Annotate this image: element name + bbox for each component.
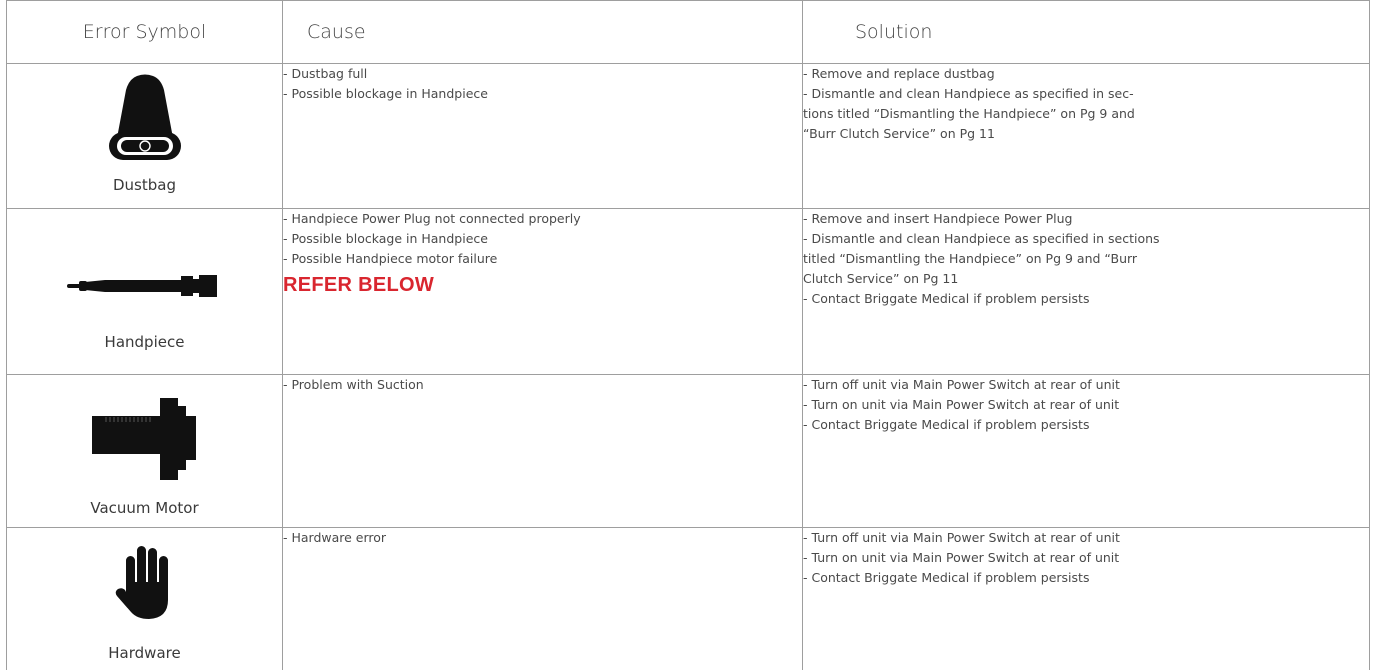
dustbag-icon [108, 74, 181, 160]
cause-cell: - Dustbag full - Possible blockage in Ha… [282, 63, 803, 209]
header-cause: Cause [282, 0, 803, 64]
error-table: Error Symbol Cause Solution Dustbag - Du… [6, 0, 1370, 670]
solution-line: - Contact Briggate Medical if problem pe… [803, 570, 1090, 585]
cause-line: - Handpiece Power Plug not connected pro… [283, 211, 581, 226]
table-row: Dustbag - Dustbag full - Possible blocka… [6, 63, 1370, 209]
solution-line: - Contact Briggate Medical if problem pe… [803, 291, 1090, 306]
solution-line: - Turn off unit via Main Power Switch at… [803, 530, 1120, 545]
symbol-label: Handpiece [104, 333, 185, 351]
header-solution: Solution [802, 0, 1370, 64]
solution-line: - Dismantle and clean Handpiece as speci… [803, 231, 1160, 246]
cause-line: - Hardware error [283, 530, 387, 545]
symbol-cell: Hardware [6, 527, 283, 670]
solution-line: - Turn on unit via Main Power Switch at … [803, 397, 1120, 412]
solution-line: “Burr Clutch Service” on Pg 11 [803, 126, 995, 141]
table-header-row: Error Symbol Cause Solution [6, 0, 1370, 64]
solution-line: - Dismantle and clean Handpiece as speci… [803, 86, 1134, 101]
table-row: Hardware - Hardware error - Turn off uni… [6, 527, 1370, 670]
solution-cell: - Turn off unit via Main Power Switch at… [802, 527, 1370, 670]
symbol-cell: Vacuum Motor [6, 374, 283, 528]
solution-line: - Remove and insert Handpiece Power Plug [803, 211, 1073, 226]
symbol-cell: Handpiece [6, 208, 283, 375]
cause-cell: - Problem with Suction [282, 374, 803, 528]
cause-cell: - Handpiece Power Plug not connected pro… [282, 208, 803, 375]
table-row: Handpiece - Handpiece Power Plug not con… [6, 208, 1370, 375]
table-row: Vacuum Motor - Problem with Suction - Tu… [6, 374, 1370, 528]
solution-line: - Contact Briggate Medical if problem pe… [803, 417, 1090, 432]
cause-line: - Possible blockage in Handpiece [283, 86, 488, 101]
solution-line: titled “Dismantling the Handpiece” on Pg… [803, 251, 1138, 266]
vacuum-motor-icon [91, 398, 196, 480]
solution-cell: - Remove and replace dustbag - Dismantle… [802, 63, 1370, 209]
hand-stop-icon [115, 546, 168, 619]
symbol-label: Hardware [108, 644, 181, 662]
solution-line: - Turn on unit via Main Power Switch at … [803, 550, 1120, 565]
symbol-cell: Dustbag [6, 63, 283, 209]
solution-line: Clutch Service” on Pg 11 [803, 271, 959, 286]
solution-line: - Turn off unit via Main Power Switch at… [803, 377, 1120, 392]
solution-line: - Remove and replace dustbag [803, 66, 995, 81]
solution-line: tions titled “Dismantling the Handpiece”… [803, 106, 1135, 121]
solution-cell: - Remove and insert Handpiece Power Plug… [802, 208, 1370, 375]
refer-below-note: REFER BELOW [283, 274, 435, 296]
symbol-label: Vacuum Motor [90, 499, 199, 517]
handpiece-icon [66, 275, 217, 297]
cause-line: - Problem with Suction [283, 377, 424, 392]
header-error-symbol: Error Symbol [6, 0, 283, 64]
cause-cell: - Hardware error [282, 527, 803, 670]
solution-cell: - Turn off unit via Main Power Switch at… [802, 374, 1370, 528]
symbol-label: Dustbag [113, 176, 176, 194]
cause-line: - Possible Handpiece motor failure [283, 251, 498, 266]
cause-line: - Dustbag full [283, 66, 368, 81]
cause-line: - Possible blockage in Handpiece [283, 231, 488, 246]
